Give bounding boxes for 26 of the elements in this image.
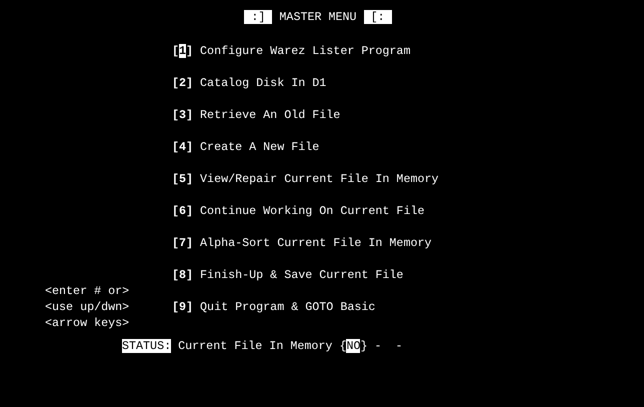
title-badge: :] [244,10,272,24]
menu-number[interactable]: [6] [172,204,194,218]
status-text: Current File In Memory {NO} - - [178,339,403,353]
menu-number[interactable]: [2] [172,76,194,90]
menu-option[interactable]: View/Repair Current File In Memory [200,172,439,186]
menu-number[interactable]: [7] [172,236,194,250]
menu-option[interactable]: Finish-Up & Save Current File [200,268,404,282]
menu-option[interactable]: Retrieve An Old File [200,108,340,122]
status-label: STATUS: [122,339,172,353]
menu-number[interactable]: [3] [172,108,194,122]
menu-number[interactable]: [1] [172,44,194,58]
menu-number[interactable]: [5] [172,172,194,186]
menu-option[interactable]: Create A New File [200,140,320,154]
menu-option[interactable]: Quit Program & GOTO Basic [200,300,376,314]
hint-text: <use up/dwn> [45,299,130,315]
menu-option[interactable]: Catalog Disk In D1 [200,76,326,90]
menu-number[interactable]: [8] [172,268,194,282]
menu-number[interactable]: [4] [172,140,194,154]
menu-option[interactable]: Configure Warez Lister Program [200,44,410,58]
menu-number[interactable]: [9] [172,300,194,314]
screen-title: MASTER MENU [279,10,357,24]
hint-text: <arrow keys> [45,315,130,331]
menu-option[interactable]: Continue Working On Current File [200,204,424,218]
title-badge: [: [364,10,392,24]
hint-text: <enter # or> [45,283,130,299]
menu-option[interactable]: Alpha-Sort Current File In Memory [200,236,432,250]
